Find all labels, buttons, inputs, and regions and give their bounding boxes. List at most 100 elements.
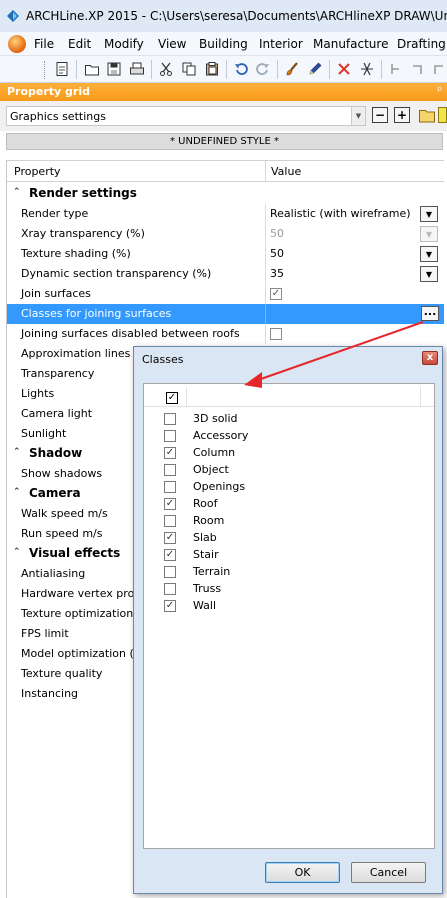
close-icon[interactable]: x xyxy=(422,351,438,365)
class-checkbox[interactable]: ✓ xyxy=(164,600,176,612)
menu-view[interactable]: View xyxy=(158,37,186,51)
class-checkbox[interactable] xyxy=(164,583,176,595)
texture-shading-value: 50 xyxy=(270,247,284,260)
corner-alt-icon[interactable] xyxy=(430,59,447,79)
category-render-settings[interactable]: ⌃ Render settings xyxy=(7,184,444,204)
class-checkbox[interactable] xyxy=(164,464,176,476)
row-xray-transparency[interactable]: Xray transparency (%) 50 ▼ xyxy=(7,224,444,244)
ok-button[interactable]: OK xyxy=(265,862,340,883)
app-menu-button[interactable] xyxy=(8,35,26,53)
property-grid-title: Property grid xyxy=(7,85,91,98)
menu-bar: File Edit Modify View Building Interior … xyxy=(0,32,447,56)
dynamic-section-transparency-dropdown[interactable]: ▼ xyxy=(420,266,438,282)
property-grid-header: Property grid ᵖ xyxy=(0,83,447,101)
row-render-type[interactable]: Render type Realistic (with wireframe) ▼ xyxy=(7,204,444,224)
dynamic-section-transparency-value: 35 xyxy=(270,267,284,280)
cut-icon[interactable] xyxy=(156,59,176,79)
grid-header: Property Value xyxy=(7,160,444,182)
app-logo-icon xyxy=(7,10,19,22)
render-type-value: Realistic (with wireframe) xyxy=(270,207,411,220)
settings-combo[interactable]: Graphics settings ▼ xyxy=(6,106,366,126)
title-bar: ARCHLine.XP 2015 - C:\Users\seresa\Docum… xyxy=(0,0,447,32)
select-all-checkbox[interactable]: ✓ xyxy=(166,392,178,404)
list-item[interactable]: Truss xyxy=(144,580,434,597)
folder-icon[interactable] xyxy=(418,106,436,124)
redo-icon[interactable] xyxy=(253,59,273,79)
class-checkbox[interactable] xyxy=(164,413,176,425)
row-classes-for-joining-surfaces[interactable]: Classes for joining surfaces ... xyxy=(7,304,444,324)
xray-transparency-dropdown: ▼ xyxy=(420,226,438,242)
dialog-title: Classes xyxy=(142,353,184,366)
collapse-chevron-icon[interactable]: ⌃ xyxy=(13,548,24,559)
class-checkbox[interactable]: ✓ xyxy=(164,447,176,459)
menu-building[interactable]: Building xyxy=(199,37,248,51)
list-item[interactable]: ✓ Slab xyxy=(144,529,434,546)
list-item[interactable]: ✓ Wall xyxy=(144,597,434,614)
join-surfaces-checkbox[interactable]: ✓ xyxy=(270,288,282,300)
classes-dialog: Classes x ✓ 3D solid Accessory ✓ Column xyxy=(133,346,443,894)
xray-transparency-value: 50 xyxy=(270,227,284,240)
class-checkbox[interactable] xyxy=(164,481,176,493)
texture-shading-dropdown[interactable]: ▼ xyxy=(420,246,438,262)
list-item[interactable]: ✓ Column xyxy=(144,444,434,461)
class-checkbox[interactable]: ✓ xyxy=(164,549,176,561)
settings-combo-value: Graphics settings xyxy=(10,110,106,123)
class-checkbox[interactable] xyxy=(164,430,176,442)
list-item[interactable]: ✓ Roof xyxy=(144,495,434,512)
toolbar xyxy=(0,56,447,83)
toolbar-grip[interactable] xyxy=(44,61,47,79)
list-item[interactable]: Accessory xyxy=(144,427,434,444)
column-header-value[interactable]: Value xyxy=(271,165,301,178)
collapse-chevron-icon[interactable]: ⌃ xyxy=(13,448,24,459)
render-type-dropdown[interactable]: ▼ xyxy=(420,206,438,222)
class-checkbox[interactable]: ✓ xyxy=(164,532,176,544)
collapse-button[interactable]: − xyxy=(372,107,388,123)
paste-icon[interactable] xyxy=(202,59,222,79)
row-dynamic-section-transparency[interactable]: Dynamic section transparency (%) 35 ▼ xyxy=(7,264,444,284)
menu-file[interactable]: File xyxy=(34,37,54,51)
pin-icon[interactable]: ᵖ xyxy=(437,84,442,97)
list-item[interactable]: ✓ Stair xyxy=(144,546,434,563)
joining-surfaces-disabled-checkbox[interactable] xyxy=(270,328,282,340)
app-window: ARCHLine.XP 2015 - C:\Users\seresa\Docum… xyxy=(0,0,447,898)
chevron-down-icon[interactable]: ▼ xyxy=(351,107,365,125)
delete-icon[interactable] xyxy=(334,59,354,79)
window-title: ARCHLine.XP 2015 - C:\Users\seresa\Docum… xyxy=(26,9,447,23)
row-joining-surfaces-disabled-roofs[interactable]: Joining surfaces disabled between roofs xyxy=(7,324,444,344)
save-icon[interactable] xyxy=(104,59,124,79)
new-icon[interactable] xyxy=(52,59,72,79)
list-item[interactable]: Openings xyxy=(144,478,434,495)
column-header-property[interactable]: Property xyxy=(14,165,61,178)
print-icon[interactable] xyxy=(127,59,147,79)
undo-icon[interactable] xyxy=(231,59,251,79)
corner-icon[interactable] xyxy=(408,59,428,79)
row-join-surfaces[interactable]: Join surfaces ✓ xyxy=(7,284,444,304)
class-checkbox[interactable]: ✓ xyxy=(164,498,176,510)
list-item[interactable]: Object xyxy=(144,461,434,478)
menu-edit[interactable]: Edit xyxy=(68,37,91,51)
cancel-button[interactable]: Cancel xyxy=(351,862,426,883)
collapse-chevron-icon[interactable]: ⌃ xyxy=(13,188,24,199)
trim-icon[interactable] xyxy=(357,59,377,79)
classes-list: ✓ 3D solid Accessory ✓ Column Object Ope… xyxy=(143,383,435,849)
list-item[interactable]: Room xyxy=(144,512,434,529)
classes-ellipsis-button[interactable]: ... xyxy=(421,306,439,321)
menu-manufacture[interactable]: Manufacture xyxy=(313,37,388,51)
menu-interior[interactable]: Interior xyxy=(259,37,303,51)
row-texture-shading[interactable]: Texture shading (%) 50 ▼ xyxy=(7,244,444,264)
class-checkbox[interactable] xyxy=(164,566,176,578)
collapse-chevron-icon[interactable]: ⌃ xyxy=(13,488,24,499)
menu-modify[interactable]: Modify xyxy=(104,37,144,51)
expand-button[interactable]: + xyxy=(394,107,410,123)
highlight-icon[interactable] xyxy=(438,107,447,123)
list-item[interactable]: Terrain xyxy=(144,563,434,580)
style-bar: * UNDEFINED STYLE * xyxy=(6,133,443,150)
brush-icon[interactable] xyxy=(282,59,302,79)
pencil-icon[interactable] xyxy=(305,59,325,79)
class-checkbox[interactable] xyxy=(164,515,176,527)
copy-icon[interactable] xyxy=(179,59,199,79)
open-icon[interactable] xyxy=(82,59,102,79)
list-item[interactable]: 3D solid xyxy=(144,410,434,427)
offset-icon[interactable] xyxy=(386,59,406,79)
menu-drafting[interactable]: Drafting xyxy=(397,37,446,51)
